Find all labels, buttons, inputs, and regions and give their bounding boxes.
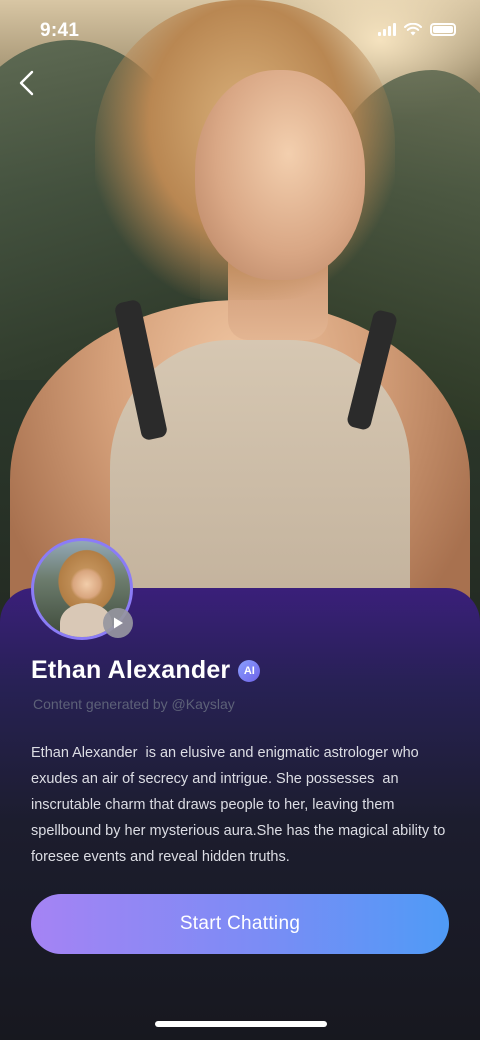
status-time: 9:41 [40,20,80,41]
character-bio: Ethan Alexander is an elusive and enigma… [31,745,450,865]
status-bar: 9:41 [0,0,480,60]
battery-icon [430,22,456,36]
back-button[interactable] [14,68,42,98]
signal-icon [378,22,396,36]
name-row: Ethan Alexander AI [31,656,261,685]
play-icon [114,617,123,629]
status-icons [378,22,456,36]
chevron-left-icon [19,70,34,96]
avatar-container[interactable] [31,538,133,640]
content-credit: Content generated by @Kayslay [33,696,235,712]
ai-badge: AI [238,659,261,682]
play-voice-button[interactable] [103,608,133,638]
start-chatting-button[interactable]: Start Chatting [31,894,449,954]
wifi-icon [404,22,422,35]
character-name: Ethan Alexander [31,656,231,684]
home-indicator[interactable] [155,1021,327,1027]
portrait-face [195,70,365,280]
